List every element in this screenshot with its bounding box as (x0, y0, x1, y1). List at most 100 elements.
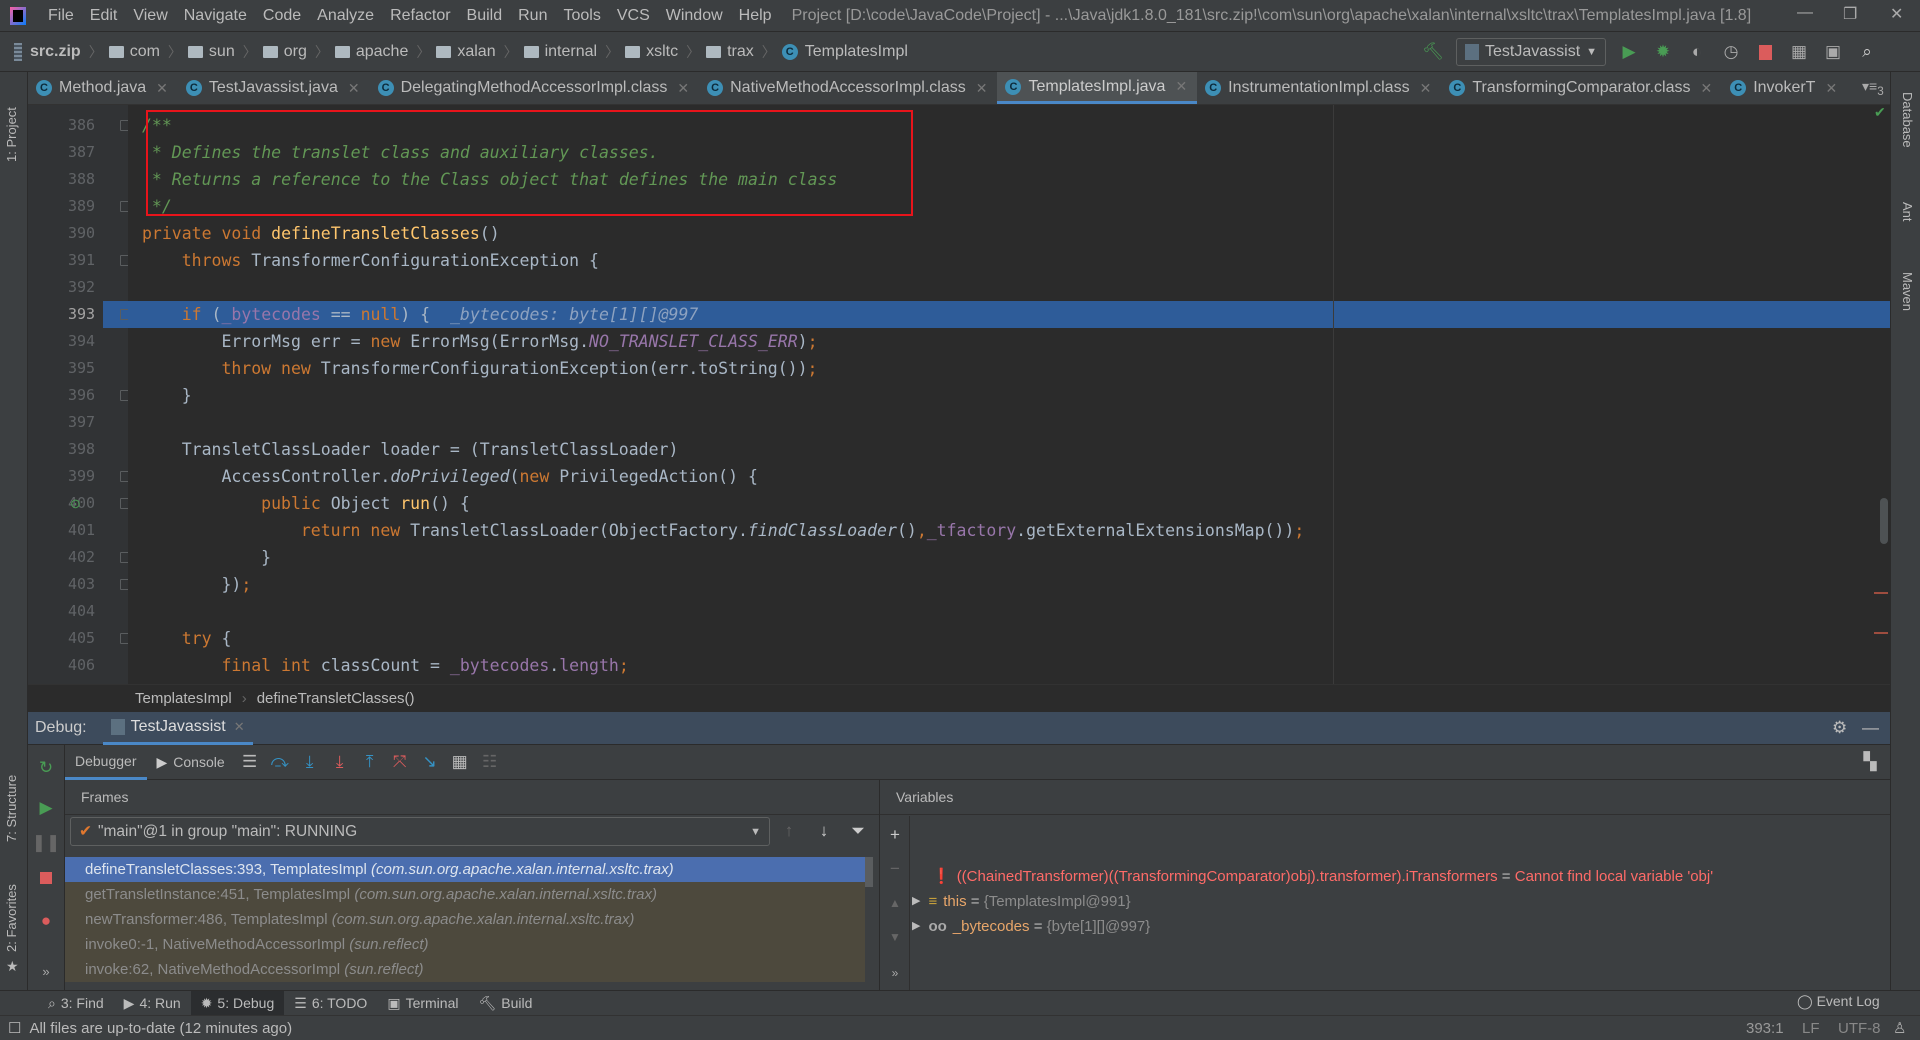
view-breakpoints-icon[interactable]: ● (35, 910, 57, 932)
breadcrumb-root[interactable]: src.zip 〉 (14, 42, 103, 62)
breadcrumb-file[interactable]: C TemplatesImpl (781, 43, 908, 61)
pause-icon[interactable]: ❚❚ (32, 832, 61, 854)
inspector-icon[interactable]: ♙ (1893, 1019, 1906, 1037)
editor-tab[interactable]: C TemplatesImpl.java ✕ (997, 72, 1198, 104)
variable-row[interactable]: ▶ ≡ this = {TemplatesImpl@991} (912, 889, 1131, 914)
trace-icon[interactable]: ☷ (475, 747, 505, 777)
frame-row[interactable]: newTransformer:486, TemplatesImpl (com.s… (65, 907, 865, 932)
variable-row[interactable]: ❗ ((ChainedTransformer)((TransformingComp… (932, 864, 1713, 889)
close-tab-icon[interactable]: ✕ (348, 80, 360, 97)
code-line[interactable]: final int classCount = _bytecodes.length… (128, 652, 1890, 679)
frame-row[interactable]: defineTransletClasses:393, TemplatesImpl… (65, 857, 865, 882)
close-tab-icon[interactable]: ✕ (1420, 80, 1432, 97)
close-icon[interactable]: ✕ (234, 719, 245, 735)
restore-button[interactable]: ❐ (1843, 4, 1857, 24)
database-tool-button[interactable]: Database (1900, 92, 1915, 148)
close-tab-icon[interactable]: ✕ (677, 80, 689, 97)
add-watch-icon[interactable]: + (884, 824, 906, 846)
run-icon[interactable]: ▶ (1618, 41, 1640, 63)
tool-tab-4-run[interactable]: ▶ 4: Run (114, 991, 191, 1016)
code-line[interactable]: private void defineTransletClasses() (128, 220, 1890, 247)
menu-build[interactable]: Build (459, 7, 511, 25)
breadcrumb-folder[interactable]: sun 〉 (187, 42, 257, 62)
show-execution-point-icon[interactable]: ☰ (235, 747, 265, 777)
gear-icon[interactable]: ⚙ (1832, 718, 1847, 738)
force-step-into-icon[interactable]: ⤓ (325, 747, 355, 777)
minimize-button[interactable]: — (1797, 4, 1813, 22)
tab-debugger[interactable]: Debugger (65, 745, 147, 780)
breadcrumb-folder[interactable]: org 〉 (262, 42, 329, 62)
code-line[interactable]: ErrorMsg err = new ErrorMsg(ErrorMsg.NO_… (128, 328, 1890, 355)
favorites-tool-button[interactable]: 2: Favorites (4, 884, 19, 952)
stop-icon[interactable] (35, 867, 57, 889)
code-line[interactable]: try { (128, 625, 1890, 652)
file-encoding[interactable]: UTF-8 (1838, 1020, 1881, 1037)
project-structure-icon[interactable]: ▦ (1788, 41, 1810, 63)
step-into-icon[interactable]: ⤓ (295, 747, 325, 777)
tool-windows-toggle-icon[interactable]: ☐ (8, 1019, 21, 1037)
filter-icon[interactable]: ⏷ (847, 820, 869, 842)
more-icon[interactable]: » (884, 962, 906, 984)
run-config-dropdown[interactable]: TestJavassist ▼ (1456, 38, 1607, 66)
debug-icon[interactable]: ✹ (1652, 41, 1674, 63)
maven-tool-button[interactable]: Maven (1900, 272, 1915, 311)
menu-tools[interactable]: Tools (555, 7, 608, 25)
editor-tab[interactable]: C TestJavassist.java ✕ (177, 72, 370, 104)
frames-scrollbar[interactable] (865, 857, 873, 887)
line-separator[interactable]: LF (1802, 1020, 1820, 1037)
close-button[interactable]: ✕ (1890, 4, 1903, 24)
menu-vcs[interactable]: VCS (609, 7, 658, 25)
minimize-panel-icon[interactable]: — (1862, 718, 1879, 738)
close-tab-icon[interactable]: ✕ (976, 80, 988, 97)
menu-code[interactable]: Code (255, 7, 309, 25)
editor-tab[interactable]: C DelegatingMethodAccessorImpl.class ✕ (369, 72, 700, 104)
step-out-icon[interactable]: ⤒ (355, 747, 385, 777)
code-line[interactable]: public Object run() { (128, 490, 1890, 517)
code-line[interactable]: } (128, 544, 1890, 571)
variable-row[interactable]: ▶ oo _bytecodes = {byte[1][]@997} (912, 914, 1150, 939)
layout-icon[interactable]: ▚ (1855, 747, 1885, 777)
tool-tab-3-find[interactable]: ⌕ 3: Find (38, 991, 114, 1016)
ant-tool-button[interactable]: Ant (1900, 202, 1915, 222)
remove-watch-icon[interactable]: − (884, 858, 906, 880)
code-line[interactable]: }); (128, 571, 1890, 598)
arrow-down-icon[interactable]: ↓ (813, 820, 835, 842)
editor-tab[interactable]: C NativeMethodAccessorImpl.class ✕ (699, 72, 998, 104)
coverage-icon[interactable]: ◐ (1686, 41, 1708, 63)
error-stripe-mark[interactable] (1874, 592, 1888, 594)
editor-tab[interactable]: C TransformingComparator.class ✕ (1441, 72, 1723, 104)
code-line[interactable]: AccessController.doPrivileged(new Privil… (128, 463, 1890, 490)
arrow-up-icon[interactable]: ↑ (778, 820, 800, 842)
tool-tab-build[interactable]: 🔨︎ Build (468, 991, 542, 1016)
breadcrumb-folder[interactable]: xsltc 〉 (625, 42, 700, 62)
editor-scrollbar[interactable] (1880, 498, 1888, 544)
close-tab-icon[interactable]: ✕ (1700, 80, 1712, 97)
move-down-icon[interactable]: ▼ (884, 926, 906, 948)
evaluate-expression-icon[interactable]: ▦ (445, 747, 475, 777)
override-marker-icon[interactable]: ⊙ (70, 490, 81, 517)
tool-tab-6-todo[interactable]: ☰ 6: TODO (284, 991, 377, 1016)
breadcrumb-folder[interactable]: com 〉 (108, 42, 182, 62)
menu-file[interactable]: File (40, 7, 82, 25)
thread-selector[interactable]: ✔ "main"@1 in group "main": RUNNING ▼ (70, 817, 770, 846)
menu-help[interactable]: Help (731, 7, 780, 25)
code-line[interactable]: if (_bytecodes == null) { _bytecodes: by… (128, 301, 1890, 328)
error-stripe-mark[interactable] (1874, 632, 1888, 634)
rerun-icon[interactable]: ↻ (35, 757, 57, 779)
terminal-window-icon[interactable]: ▣ (1822, 41, 1844, 63)
code-breadcrumb-class[interactable]: TemplatesImpl (135, 690, 232, 707)
close-tab-icon[interactable]: ✕ (156, 80, 168, 97)
tab-console[interactable]: ▶ Console (147, 745, 235, 780)
breadcrumb-folder[interactable]: internal 〉 (523, 42, 619, 62)
project-tool-button[interactable]: 1: Project (4, 107, 19, 162)
tabs-overflow-button[interactable]: ▾≡3 (1862, 78, 1884, 98)
step-over-icon[interactable]: ⤼ (265, 747, 295, 777)
menu-analyze[interactable]: Analyze (309, 7, 382, 25)
caret-position[interactable]: 393:1 (1746, 1020, 1784, 1037)
code-line[interactable]: return new TransletClassLoader(ObjectFac… (128, 517, 1890, 544)
code-line[interactable] (128, 409, 1890, 436)
more-icon[interactable]: » (35, 960, 57, 982)
debug-session-tab[interactable]: TestJavassist ✕ (102, 712, 253, 745)
expand-arrow-icon[interactable]: ▶ (912, 889, 920, 914)
code-line[interactable] (128, 598, 1890, 625)
